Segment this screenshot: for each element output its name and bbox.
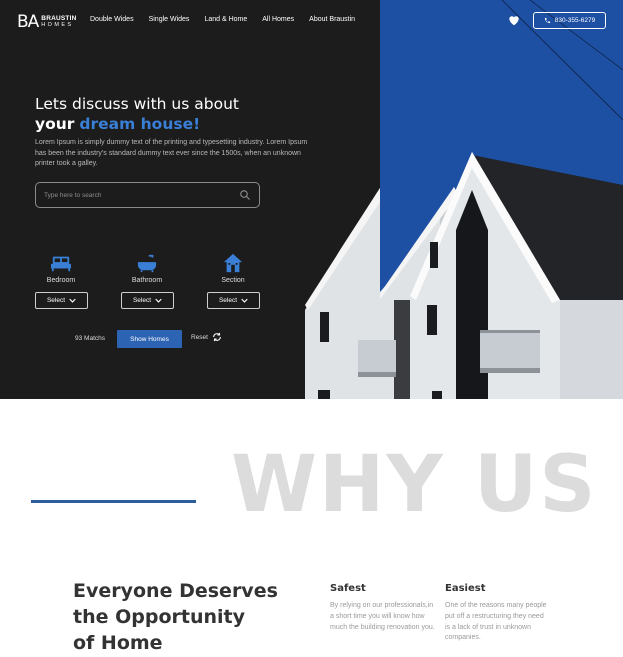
nav-all-homes[interactable]: All Homes xyxy=(262,16,294,23)
why-headline-line1: Everyone Deserves xyxy=(73,580,278,602)
nav-about[interactable]: About Braustin xyxy=(309,16,355,23)
filter-bedroom-label: Bedroom xyxy=(46,277,76,284)
nav-land-home[interactable]: Land & Home xyxy=(204,16,247,23)
brand-logo[interactable]: BA BRAUSTIN HOMES xyxy=(17,12,76,32)
logo-line2: HOMES xyxy=(41,22,74,28)
hero-section: BA BRAUSTIN HOMES Double Wides Single Wi… xyxy=(0,0,623,399)
bathroom-select-value: Select xyxy=(132,297,152,304)
logo-mark: BA xyxy=(17,12,39,32)
house-left-edge xyxy=(305,188,380,399)
phone-button[interactable]: 830-355-6279 xyxy=(533,12,606,29)
hero-lead: Lorem Ipsum is simply dummy text of the … xyxy=(35,139,308,167)
reset-label: Reset xyxy=(191,333,208,341)
house-icon xyxy=(223,253,243,273)
main-nav: Double Wides Single Wides Land & Home Al… xyxy=(90,16,355,23)
section-select-value: Select xyxy=(218,297,238,304)
section-divider xyxy=(31,500,196,503)
search-input[interactable] xyxy=(44,191,239,199)
why-headline: Everyone Deserves the Opportunity of Hom… xyxy=(73,578,278,656)
reset-button[interactable]: Reset xyxy=(191,332,222,342)
filter-section: Section xyxy=(206,253,260,284)
feature-easiest-body: One of the reasons many people put off a… xyxy=(445,602,547,642)
why-us-title: WHY US xyxy=(231,440,598,530)
houses-photo xyxy=(380,0,623,399)
nav-single-wides[interactable]: Single Wides xyxy=(149,16,190,23)
section-select[interactable]: Select xyxy=(207,292,260,309)
hero-heading-accent: dream house! xyxy=(79,115,201,133)
show-homes-button[interactable]: Show Homes xyxy=(117,330,182,348)
bedroom-select-value: Select xyxy=(46,297,66,304)
chevron-down-icon xyxy=(69,298,76,303)
phone-icon xyxy=(544,17,550,24)
phone-number: 830-355-6279 xyxy=(554,17,596,24)
heart-icon[interactable] xyxy=(507,13,521,27)
feature-easiest: Easiest One of the reasons many people p… xyxy=(445,583,550,644)
filter-section-label: Section xyxy=(221,277,245,284)
bathtub-icon xyxy=(137,254,157,273)
bed-icon xyxy=(51,256,71,272)
feature-safest-body: By relying on our professionals,in a sho… xyxy=(330,602,435,631)
hero-image-panel xyxy=(380,0,623,399)
why-headline-line2: the Opportunity xyxy=(73,606,246,628)
feature-safest-title: Safest xyxy=(330,583,366,594)
hero-heading-line1: Lets discuss with us about xyxy=(35,95,239,113)
match-count: 93 Matchs xyxy=(75,335,105,342)
bedroom-select[interactable]: Select xyxy=(35,292,88,309)
feature-easiest-title: Easiest xyxy=(445,583,486,594)
feature-safest: Safest By relying on our professionals,i… xyxy=(330,583,435,633)
nav-double-wides[interactable]: Double Wides xyxy=(90,16,134,23)
hero-heading-bold: your xyxy=(35,115,75,133)
why-headline-line3: of Home xyxy=(73,632,163,654)
filter-bedroom: Bedroom xyxy=(34,253,88,284)
filter-bathroom: Bathroom xyxy=(120,253,174,284)
search-icon[interactable] xyxy=(239,189,251,201)
bathroom-select[interactable]: Select xyxy=(121,292,174,309)
chevron-down-icon xyxy=(241,298,248,303)
chevron-down-icon xyxy=(155,298,162,303)
refresh-icon xyxy=(213,332,221,342)
hero-heading: Lets discuss with us about your dream ho… xyxy=(35,94,239,134)
search-box xyxy=(35,182,260,208)
filter-bathroom-label: Bathroom xyxy=(131,277,163,284)
